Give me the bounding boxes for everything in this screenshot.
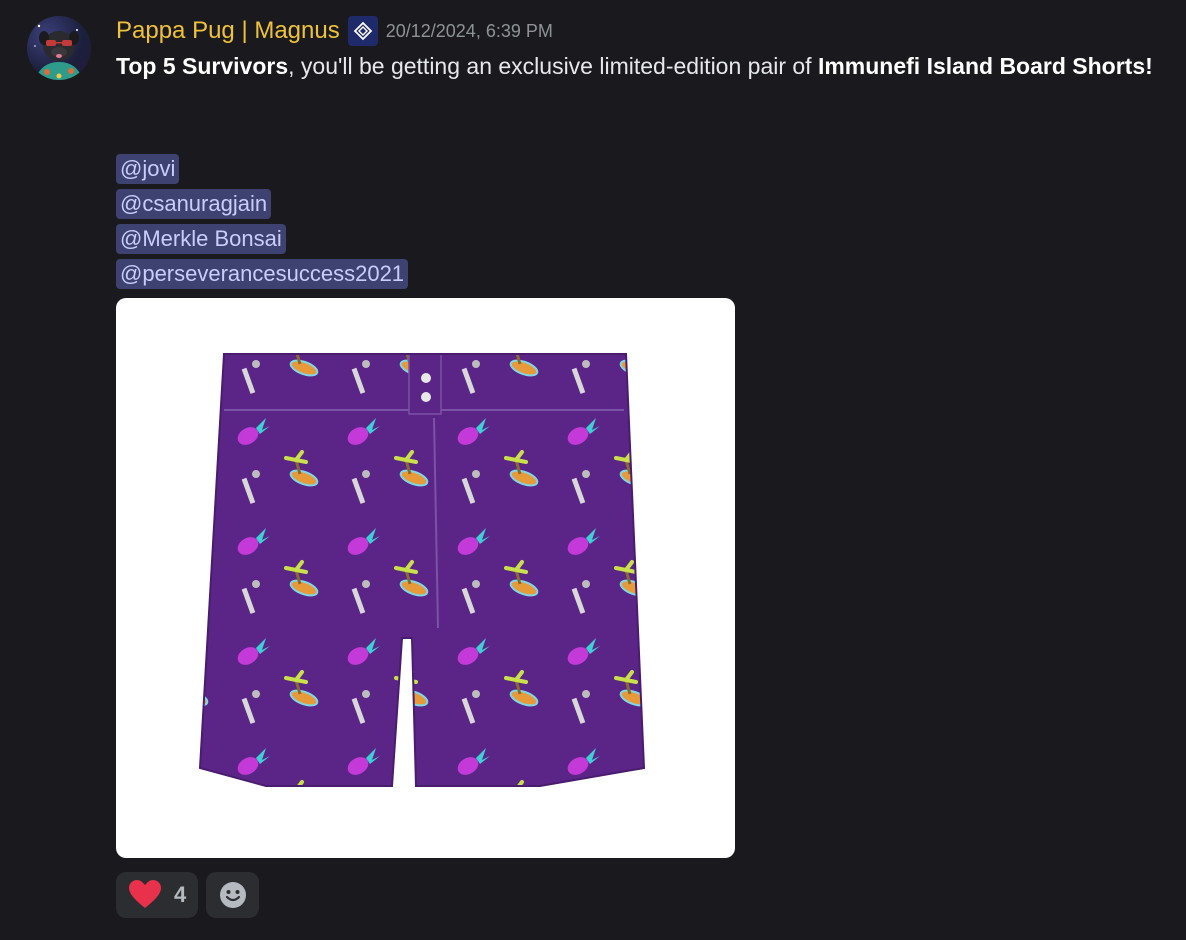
pug-avatar-icon (34, 24, 83, 80)
message-content: Top 5 Survivors, you'll be getting an ex… (116, 48, 1156, 84)
bold-text-shorts: Immunefi Island Board Shorts! (817, 53, 1153, 79)
bold-text-survivors: Top 5 Survivors (116, 53, 289, 79)
avatar[interactable] (27, 16, 91, 80)
chat-message: Pappa Pug | Magnus 20/12/2024, 6:39 PM T… (0, 0, 1186, 940)
mention-user[interactable]: @perseverancesuccess2021 (116, 259, 409, 289)
message-text: , you'll be getting an exclusive limited… (288, 53, 818, 79)
reaction-heart[interactable]: 4 (116, 872, 199, 918)
role-icon[interactable] (347, 16, 378, 46)
image-attachment[interactable] (116, 298, 735, 858)
timestamp: 20/12/2024, 6:39 PM (385, 20, 553, 41)
smiley-icon (219, 882, 246, 908)
board-shorts-image (198, 353, 646, 787)
mention-user[interactable]: @csanuragjain (116, 189, 272, 219)
reaction-count: 4 (174, 882, 187, 907)
heart-icon (129, 880, 161, 908)
reaction-bar: 4 (116, 872, 260, 918)
add-reaction-button[interactable] (206, 872, 260, 918)
mention-list: @jovi @csanuragjain @Merkle Bonsai @pers… (116, 154, 409, 294)
message-header: Pappa Pug | Magnus 20/12/2024, 6:39 PM (116, 14, 553, 48)
mention-user[interactable]: @jovi (116, 154, 180, 184)
mention-user[interactable]: @Merkle Bonsai (116, 224, 286, 254)
author-name[interactable]: Pappa Pug | Magnus (116, 17, 340, 45)
